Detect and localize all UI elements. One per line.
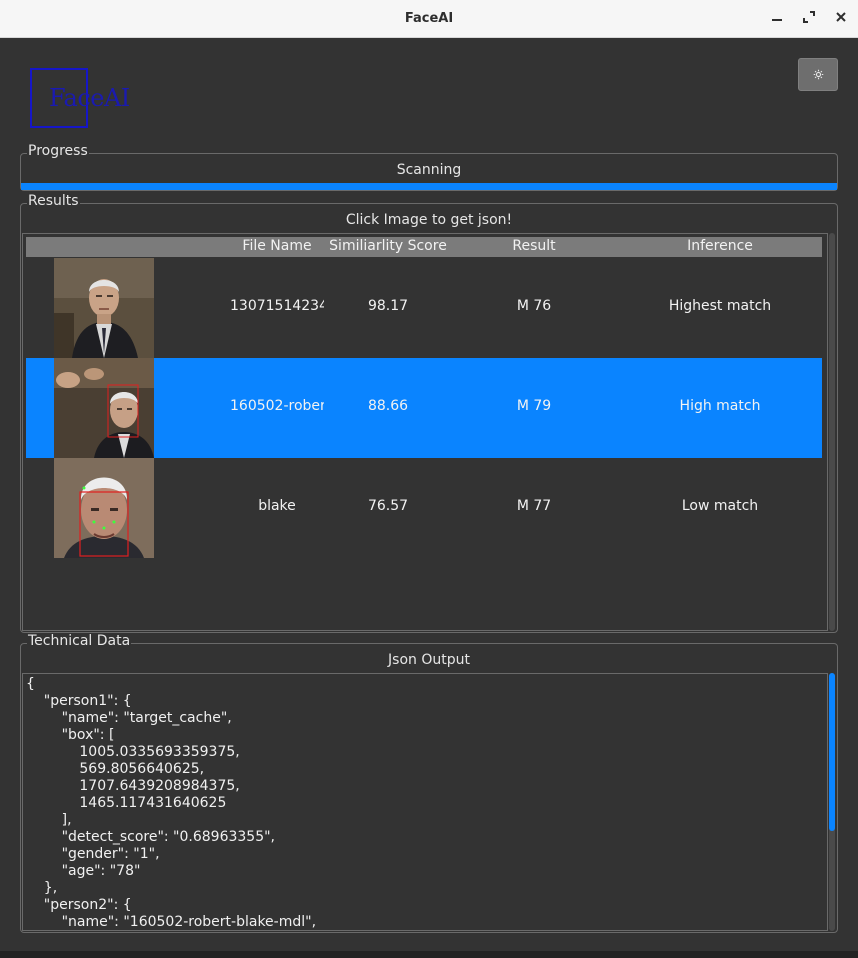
close-button[interactable] (831, 9, 851, 29)
json-line: 1707.6439208984375, (26, 778, 240, 794)
close-icon (836, 12, 846, 22)
json-line: 1465.117431640625 (26, 795, 227, 811)
maximize-icon (803, 11, 815, 23)
column-header-result[interactable]: Result (478, 238, 590, 254)
face-photo-3 (54, 458, 154, 558)
json-line: "gender": "1", (26, 846, 160, 862)
maximize-button[interactable] (799, 9, 819, 29)
table-row[interactable]: 130715142342 98.17 M 76 Highest match (26, 258, 822, 358)
gear-icon (813, 69, 823, 80)
json-scrollbar-handle[interactable] (829, 673, 835, 831)
logo: FaceAI (49, 84, 130, 112)
json-line: "person2": { (26, 897, 132, 913)
results-group-label: Results (27, 193, 80, 209)
table-row[interactable]: blake 76.57 M 77 Low match (26, 458, 822, 558)
minimize-icon (772, 19, 782, 21)
json-line: "age": "78" (26, 863, 141, 879)
json-output-title: Json Output (388, 652, 470, 668)
column-header-similarity-score[interactable]: Similiarlity Score (326, 238, 450, 254)
progress-bar (21, 183, 837, 190)
json-output-textarea[interactable]: { "person1": { "name": "target_cache", "… (22, 673, 828, 931)
json-line: ], (26, 812, 72, 828)
minimize-button[interactable] (767, 9, 787, 29)
face-photo-1 (54, 258, 154, 358)
json-line: "box": [ (26, 727, 115, 743)
json-line: 1005.0335693359375, (26, 744, 240, 760)
app-window: FaceAI FaceAI Progress Scanning Results … (0, 0, 858, 958)
result-cell: M 76 (516, 298, 552, 314)
table-header: File Name Similiarlity Score Result Infe… (26, 237, 822, 257)
table-row[interactable]: 160502-robert 88.66 M 79 High match (26, 358, 822, 458)
score-cell: 98.17 (367, 298, 409, 314)
column-header-file-name[interactable]: File Name (216, 238, 338, 254)
progress-status: Scanning (396, 162, 462, 178)
settings-button[interactable] (798, 58, 838, 91)
window-bottom-edge (0, 951, 858, 958)
results-hint: Click Image to get json! (345, 212, 513, 228)
inference-cell: Low match (681, 498, 759, 514)
json-line: "name": "target_cache", (26, 710, 232, 726)
file-name-cell: blake (258, 498, 296, 514)
face-thumbnail[interactable] (54, 258, 154, 358)
file-name-cell: 160502-robert (230, 398, 324, 414)
face-photo-2 (54, 358, 154, 458)
title-bar: FaceAI (0, 0, 858, 38)
inference-cell: High match (679, 398, 761, 414)
face-thumbnail[interactable] (54, 458, 154, 558)
face-thumbnail[interactable] (54, 358, 154, 458)
score-cell: 88.66 (367, 398, 409, 414)
column-header-inference[interactable]: Inference (630, 238, 810, 254)
progress-bar-fill (21, 183, 837, 190)
score-cell: 76.57 (367, 498, 409, 514)
json-line: }, (26, 880, 58, 896)
file-name-cell: 130715142342 (230, 298, 324, 314)
progress-group-label: Progress (27, 143, 89, 159)
json-line: "person1": { (26, 693, 132, 709)
json-line: 569.8056640625, (26, 761, 205, 777)
results-scrollbar[interactable] (829, 233, 835, 631)
json-line: "detect_score": "0.68963355", (26, 829, 275, 845)
json-line: "name": "160502-robert-blake-mdl", (26, 914, 317, 930)
inference-cell: Highest match (668, 298, 772, 314)
json-line: { (26, 676, 35, 692)
window-title: FaceAI (404, 11, 454, 26)
result-cell: M 77 (516, 498, 552, 514)
result-cell: M 79 (516, 398, 552, 414)
technical-data-label: Technical Data (27, 633, 132, 649)
